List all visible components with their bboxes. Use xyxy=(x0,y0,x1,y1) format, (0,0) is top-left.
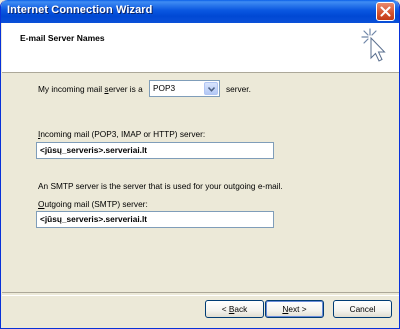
chevron-down-icon xyxy=(208,87,215,92)
incoming-type-label-part: erver is a xyxy=(108,84,143,94)
cancel-button[interactable]: Cancel xyxy=(333,300,392,318)
next-button-label-part: ext xyxy=(288,304,300,314)
outgoing-server-input[interactable]: <jūsų_serveris>.serveriai.lt xyxy=(36,211,274,228)
dropdown-button[interactable] xyxy=(204,82,218,95)
smtp-info-text: An SMTP server is the server that is use… xyxy=(38,181,283,191)
next-button-label-part: > xyxy=(299,304,307,314)
outgoing-server-label-part: utgoing mail (SMTP) server: xyxy=(44,199,148,209)
next-button[interactable]: Next > xyxy=(265,300,324,318)
incoming-type-label: My incoming mail server is a xyxy=(38,84,143,94)
close-button[interactable] xyxy=(376,2,395,21)
incoming-type-label-part: My incoming mail xyxy=(38,84,105,94)
window-title: Internet Connection Wizard xyxy=(7,4,153,16)
back-button-label-part: ack xyxy=(234,304,248,314)
next-button-label: Next > xyxy=(282,304,306,314)
title-bar[interactable]: Internet Connection Wizard xyxy=(1,0,399,23)
select-value: POP3 xyxy=(153,83,176,93)
wizard-header: E-mail Server Names xyxy=(2,23,399,73)
outgoing-server-label: Outgoing mail (SMTP) server: xyxy=(38,199,148,209)
wizard-sparkle-icon xyxy=(361,28,386,62)
close-icon xyxy=(380,6,391,17)
page-title: E-mail Server Names xyxy=(20,33,105,43)
server-suffix-label: server. xyxy=(226,84,251,94)
incoming-server-type-select[interactable]: POP3 xyxy=(149,80,220,97)
incoming-server-label-part: ncoming mail (POP3, IMAP or HTTP) server… xyxy=(40,129,206,139)
back-button-label: < Back xyxy=(222,304,248,314)
back-button[interactable]: < Back xyxy=(205,300,264,318)
footer-divider xyxy=(2,292,399,296)
cancel-button-label: Cancel xyxy=(349,304,376,314)
wizard-window: Internet Connection Wizard E-mail Server… xyxy=(0,0,400,329)
incoming-server-label: Incoming mail (POP3, IMAP or HTTP) serve… xyxy=(38,129,205,139)
back-button-label-part: < xyxy=(221,304,229,314)
incoming-server-input[interactable]: <jūsų_serveris>.serveriai.lt xyxy=(36,142,274,159)
